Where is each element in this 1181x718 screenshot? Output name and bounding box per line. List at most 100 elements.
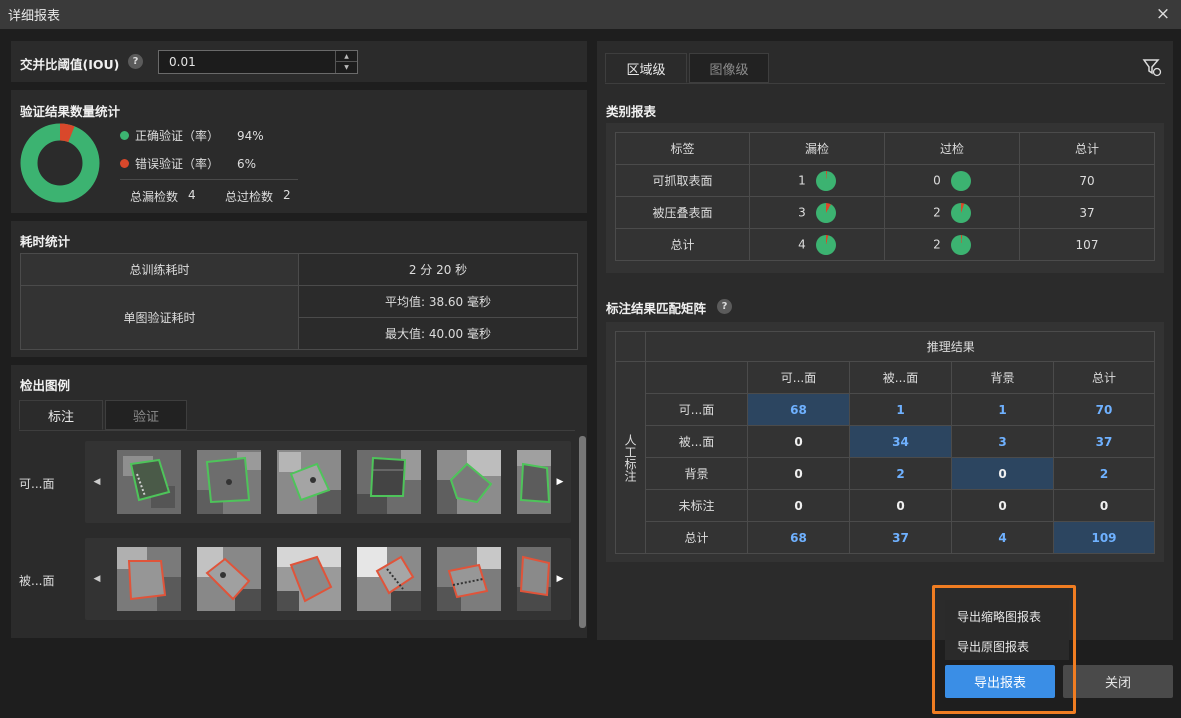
example-thumbnail[interactable] xyxy=(517,547,551,611)
example-thumbnail[interactable] xyxy=(277,450,341,514)
over-count: 0 xyxy=(933,173,941,187)
col-header-total: 总计 xyxy=(1019,132,1155,165)
over-pie xyxy=(950,170,971,191)
right-tab-line xyxy=(605,83,1165,84)
missed-label: 总漏检数 xyxy=(130,190,179,204)
examples-tab-line xyxy=(19,430,575,431)
row-label: 总计 xyxy=(615,228,750,261)
correct-label: 正确验证（率） xyxy=(135,129,220,143)
matrix-cell: 70 xyxy=(1053,393,1155,426)
time-stats-panel: 耗时统计 总训练耗时 2 分 20 秒 单图验证耗时 平均值: 38.60 毫秒… xyxy=(11,221,587,357)
matrix-title: 标注结果匹配矩阵 xyxy=(606,301,707,316)
title-bar: 详细报表 × xyxy=(0,0,1181,29)
train-label: 总训练耗时 xyxy=(20,253,299,286)
missed-count: 4 xyxy=(798,237,806,251)
example-strip-green: ◀ ▶ xyxy=(85,441,571,523)
matrix-row: 未标注 0 0 0 0 xyxy=(616,489,1155,522)
window-title: 详细报表 xyxy=(8,9,61,24)
example-row-label: 可...面 xyxy=(19,477,55,491)
prev-arrow-icon[interactable]: ◀ xyxy=(88,538,106,620)
matrix-cell: 37 xyxy=(849,521,952,554)
examples-scrollbar[interactable] xyxy=(579,436,586,628)
matrix-cell: 0 xyxy=(747,457,850,490)
matrix-col-header: 总计 xyxy=(1053,361,1155,394)
example-thumbnail[interactable] xyxy=(517,450,551,514)
matrix-cell: 68 xyxy=(747,393,850,426)
example-thumbnail[interactable] xyxy=(357,450,421,514)
legend-correct: 正确验证（率） 94% xyxy=(120,127,264,144)
next-arrow-icon[interactable]: ▶ xyxy=(551,441,569,523)
prev-arrow-icon[interactable]: ◀ xyxy=(88,441,106,523)
tab-region-level[interactable]: 区域级 xyxy=(605,53,687,83)
example-thumbnail[interactable] xyxy=(197,547,261,611)
legend-wrong: 错误验证（率） 6% xyxy=(120,155,256,172)
over-cell: 2 xyxy=(884,228,1020,261)
col-header-over: 过检 xyxy=(884,132,1020,165)
matrix-cell: 0 xyxy=(849,489,952,522)
stats-divider xyxy=(120,179,298,180)
matrix-cell: 37 xyxy=(1053,425,1155,458)
help-icon[interactable]: ? xyxy=(717,299,732,314)
over-count: 2 xyxy=(933,237,941,251)
col-header-label: 标签 xyxy=(615,132,750,165)
matrix-row-label: 可...面 xyxy=(645,393,748,426)
donut-correct xyxy=(20,123,100,203)
example-thumbnail[interactable] xyxy=(197,450,261,514)
example-thumbnail[interactable] xyxy=(277,547,341,611)
over-cell: 2 xyxy=(884,196,1020,229)
spin-down-icon[interactable]: ▼ xyxy=(336,62,357,73)
match-matrix: 推理结果 人工标注 可...面 被...面 背景 总计 可...面 68 1 1… xyxy=(615,331,1155,554)
tab-annotation[interactable]: 标注 xyxy=(19,400,103,430)
matrix-cell: 3 xyxy=(951,425,1054,458)
over-cell: 0 xyxy=(884,164,1020,197)
row-label: 可抓取表面 xyxy=(615,164,750,197)
missed-cell: 4 xyxy=(749,228,885,261)
matrix-cell: 0 xyxy=(747,489,850,522)
matrix-cell: 2 xyxy=(1053,457,1155,490)
tab-image-level[interactable]: 图像级 xyxy=(689,53,769,83)
train-value: 2 分 20 秒 xyxy=(298,253,578,286)
close-button[interactable]: 关闭 xyxy=(1063,665,1173,698)
example-thumbnail[interactable] xyxy=(437,547,501,611)
right-tabs: 区域级 图像级 xyxy=(605,53,769,83)
help-icon[interactable]: ? xyxy=(128,54,143,69)
highlight-box xyxy=(932,585,1076,714)
tab-verify[interactable]: 验证 xyxy=(105,400,187,430)
correct-dot xyxy=(120,131,129,140)
matrix-top-header: 推理结果 xyxy=(747,331,1155,362)
example-thumbnail[interactable] xyxy=(437,450,501,514)
row-label: 被压叠表面 xyxy=(615,196,750,229)
missed-count: 3 xyxy=(798,205,806,219)
iou-spinbox[interactable]: 0.01 ▲ ▼ xyxy=(158,50,358,74)
next-arrow-icon[interactable]: ▶ xyxy=(551,538,569,620)
time-table: 总训练耗时 2 分 20 秒 单图验证耗时 平均值: 38.60 毫秒 最大值:… xyxy=(20,253,578,350)
spin-up-icon[interactable]: ▲ xyxy=(336,51,357,62)
examples-title: 检出图例 xyxy=(20,378,71,393)
matrix-cell: 0 xyxy=(951,457,1054,490)
verify-stats-title: 验证结果数量统计 xyxy=(20,104,121,119)
wrong-value: 6% xyxy=(237,156,257,171)
col-header-missed: 漏检 xyxy=(749,132,885,165)
matrix-side-header: 人工标注 xyxy=(615,361,646,554)
example-thumbnail[interactable] xyxy=(357,547,421,611)
table-row: 总计 4 2 107 xyxy=(615,228,1155,261)
total-cell: 107 xyxy=(1019,228,1155,261)
example-thumbnail[interactable] xyxy=(117,450,181,514)
example-strip-red: ◀ ▶ xyxy=(85,538,571,620)
example-thumbnail[interactable] xyxy=(117,547,181,611)
over-label: 总过检数 xyxy=(225,190,274,204)
wrong-label: 错误验证（率） xyxy=(135,157,220,171)
matrix-row: 背景 0 2 0 2 xyxy=(616,457,1155,490)
iou-value[interactable]: 0.01 xyxy=(169,55,196,69)
matrix-col-header: 被...面 xyxy=(849,361,952,394)
filter-settings-icon[interactable] xyxy=(1142,57,1162,77)
close-icon[interactable]: × xyxy=(1151,2,1175,26)
over-value: 2 xyxy=(283,188,291,202)
matrix-cell: 109 xyxy=(1053,521,1155,554)
total-cell: 37 xyxy=(1019,196,1155,229)
table-row: 被压叠表面 3 2 37 xyxy=(615,196,1155,229)
matrix-cell: 1 xyxy=(951,393,1054,426)
matrix-cell: 0 xyxy=(747,425,850,458)
missed-pie xyxy=(815,202,836,223)
matrix-col-header: 背景 xyxy=(951,361,1054,394)
